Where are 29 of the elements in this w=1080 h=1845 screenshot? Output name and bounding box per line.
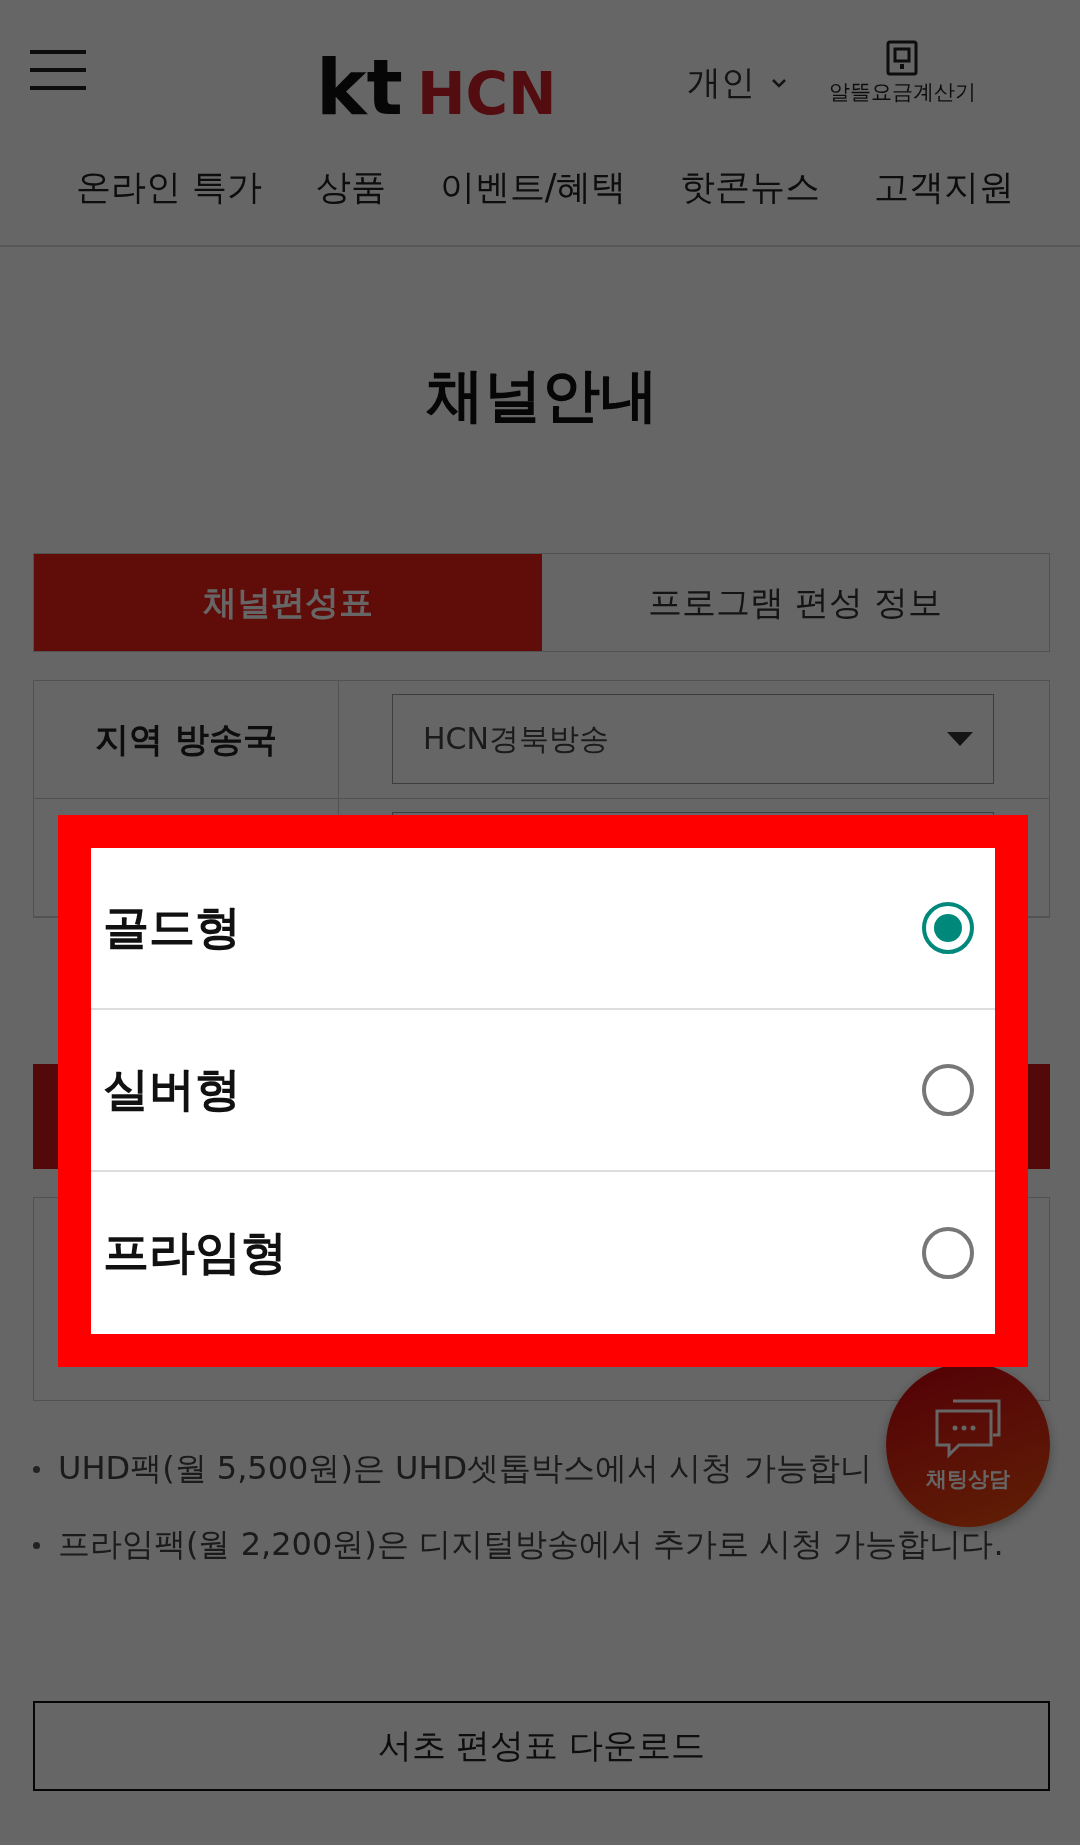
chevron-down-icon: [770, 78, 787, 88]
radio-button[interactable]: [921, 1226, 975, 1280]
nav-link[interactable]: 온라인 특가: [76, 164, 263, 211]
bullet-icon: [33, 1541, 40, 1549]
option-label: 실버형: [103, 1061, 241, 1118]
note-text: UHD팩(월 5,500원)은 UHD셋톱박스에서 시청 가능합니: [58, 1448, 872, 1489]
nav-link[interactable]: 고객지원: [874, 164, 1014, 211]
nav-link[interactable]: 이벤트/혜택: [439, 164, 627, 211]
bullet-icon: [33, 1465, 40, 1473]
calculator-icon: [886, 40, 919, 76]
filter-label: 지역 방송국: [34, 681, 339, 798]
logo-mark[interactable]: kt: [316, 50, 403, 126]
dropdown-field[interactable]: HCN경북방송: [392, 694, 994, 784]
tab[interactable]: 채널편성표: [34, 554, 542, 651]
dropdown-caret-icon: [947, 732, 973, 746]
radio-button[interactable]: [921, 901, 975, 955]
option-label: 골드형: [103, 899, 241, 956]
nav-link[interactable]: 상품: [315, 164, 386, 211]
download-button[interactable]: 서초 편성표 다운로드: [33, 1701, 1050, 1791]
nav-link[interactable]: 핫콘뉴스: [680, 164, 821, 211]
note-text: 프라임팩(월 2,200원)은 디지털방송에서 추가로 시청 가능합니다.: [58, 1524, 1004, 1565]
page-title: 채널안내: [424, 360, 659, 431]
chat-bubbles-icon: [933, 1397, 1003, 1459]
calculator-button[interactable]: 알뜰요금계산기: [828, 40, 976, 106]
menu-icon[interactable]: [30, 48, 86, 92]
logo-text[interactable]: HCN: [416, 65, 557, 123]
radio-button[interactable]: [921, 1063, 975, 1117]
account-menu[interactable]: 개인: [686, 60, 787, 106]
option-label: 프라임형: [103, 1224, 287, 1281]
